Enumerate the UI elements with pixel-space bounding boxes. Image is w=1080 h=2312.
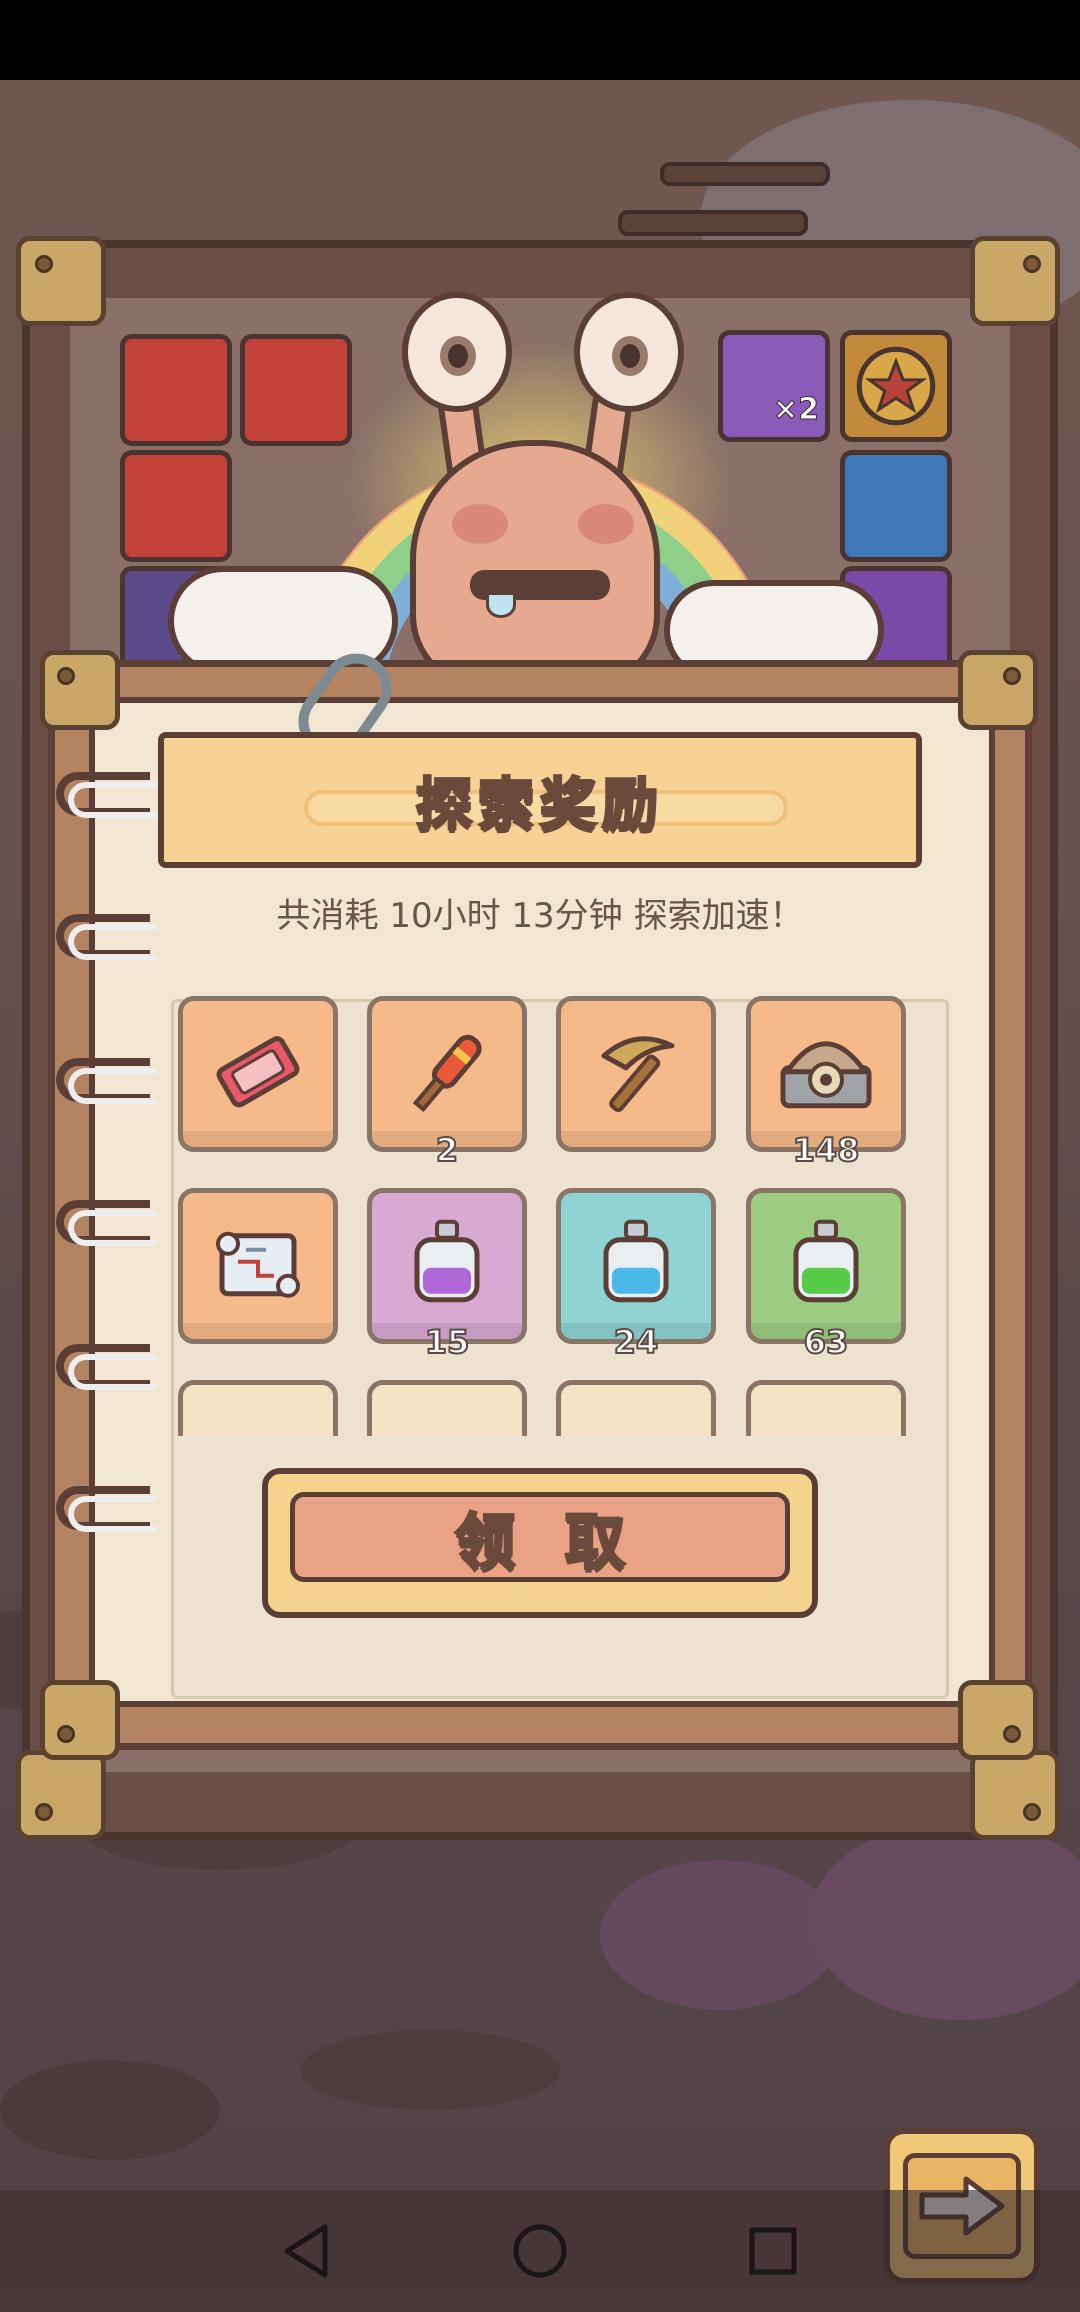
board-corner <box>970 236 1060 326</box>
reward-slot[interactable]: 15 <box>367 1188 527 1362</box>
notebook-ring <box>56 1486 156 1532</box>
notebook-ring <box>56 1344 156 1390</box>
reward-qty: 15 <box>424 1322 471 1362</box>
green-potion-icon <box>771 1209 881 1319</box>
title-banner: 探索奖励 <box>158 732 922 868</box>
home-button[interactable] <box>505 2216 575 2286</box>
recents-button[interactable] <box>738 2216 808 2286</box>
notebook-ring <box>56 914 156 960</box>
reward-slot[interactable] <box>556 996 716 1152</box>
snail-body <box>410 440 660 690</box>
board-corner <box>16 1750 106 1840</box>
snail-cheek <box>578 504 634 544</box>
star-medal-tile <box>840 330 952 442</box>
navigation-bar <box>0 2190 1080 2312</box>
shelf <box>660 162 830 186</box>
star-icon <box>856 346 936 426</box>
snail-eye <box>402 292 512 412</box>
reward-slot[interactable] <box>178 996 338 1152</box>
snail-drool <box>486 592 516 618</box>
reward-slot[interactable] <box>178 1188 338 1344</box>
notebook-ring <box>56 1200 156 1246</box>
firework-stick-icon <box>392 1017 502 1127</box>
reward-slot[interactable]: 24 <box>556 1188 716 1362</box>
back-button[interactable] <box>272 2216 342 2286</box>
claim-label: 领取 <box>454 1506 675 1579</box>
reward-slot[interactable]: 2 <box>367 996 527 1170</box>
notebook-ring <box>56 1058 156 1104</box>
circle-home-icon <box>513 2224 567 2278</box>
dialog-subtitle: 共消耗 10小时 13分钟 探索加速！ <box>276 896 804 936</box>
reward-slot[interactable] <box>367 1380 527 1436</box>
blue-potion-icon <box>581 1209 691 1319</box>
snail-cheek <box>452 504 508 544</box>
reward-slot[interactable]: 63 <box>746 1188 906 1362</box>
dialog-title: 探索奖励 <box>415 771 664 839</box>
shelf <box>618 210 808 236</box>
pickaxe-icon <box>581 1017 691 1127</box>
reward-slot[interactable] <box>746 1380 906 1436</box>
reward-grid: 2 148 15 24 63 <box>176 996 916 1436</box>
notebook-ring <box>56 772 156 818</box>
reward-qty: 148 <box>792 1130 861 1170</box>
triangle-back-icon <box>284 2224 328 2278</box>
board-corner <box>16 236 106 326</box>
dialog-corner <box>40 650 120 730</box>
reward-slot[interactable]: 148 <box>746 996 906 1170</box>
reward-qty: 24 <box>613 1322 660 1362</box>
reward-qty: 63 <box>803 1322 850 1362</box>
bottle-tile <box>840 450 952 562</box>
status-bar <box>0 0 1080 80</box>
ticket-icon <box>203 1017 313 1127</box>
dialog-corner <box>958 1680 1038 1760</box>
battery-tile <box>120 334 232 446</box>
treasure-map-icon <box>203 1209 313 1319</box>
square-recents-icon <box>749 2227 797 2275</box>
reward-slot[interactable] <box>178 1380 338 1436</box>
dialog-corner <box>40 1680 120 1760</box>
dialog-corner <box>958 650 1038 730</box>
machine-chest-icon <box>771 1017 881 1127</box>
bonus-badge: ×2 <box>772 392 819 428</box>
purple-potion-icon <box>392 1209 502 1319</box>
claim-button[interactable]: 领取 <box>262 1468 818 1618</box>
snail-eye <box>574 292 684 412</box>
reward-qty: 2 <box>435 1130 459 1170</box>
battery-tile <box>120 450 232 562</box>
reward-slot[interactable] <box>556 1380 716 1436</box>
board-corner <box>970 1750 1060 1840</box>
